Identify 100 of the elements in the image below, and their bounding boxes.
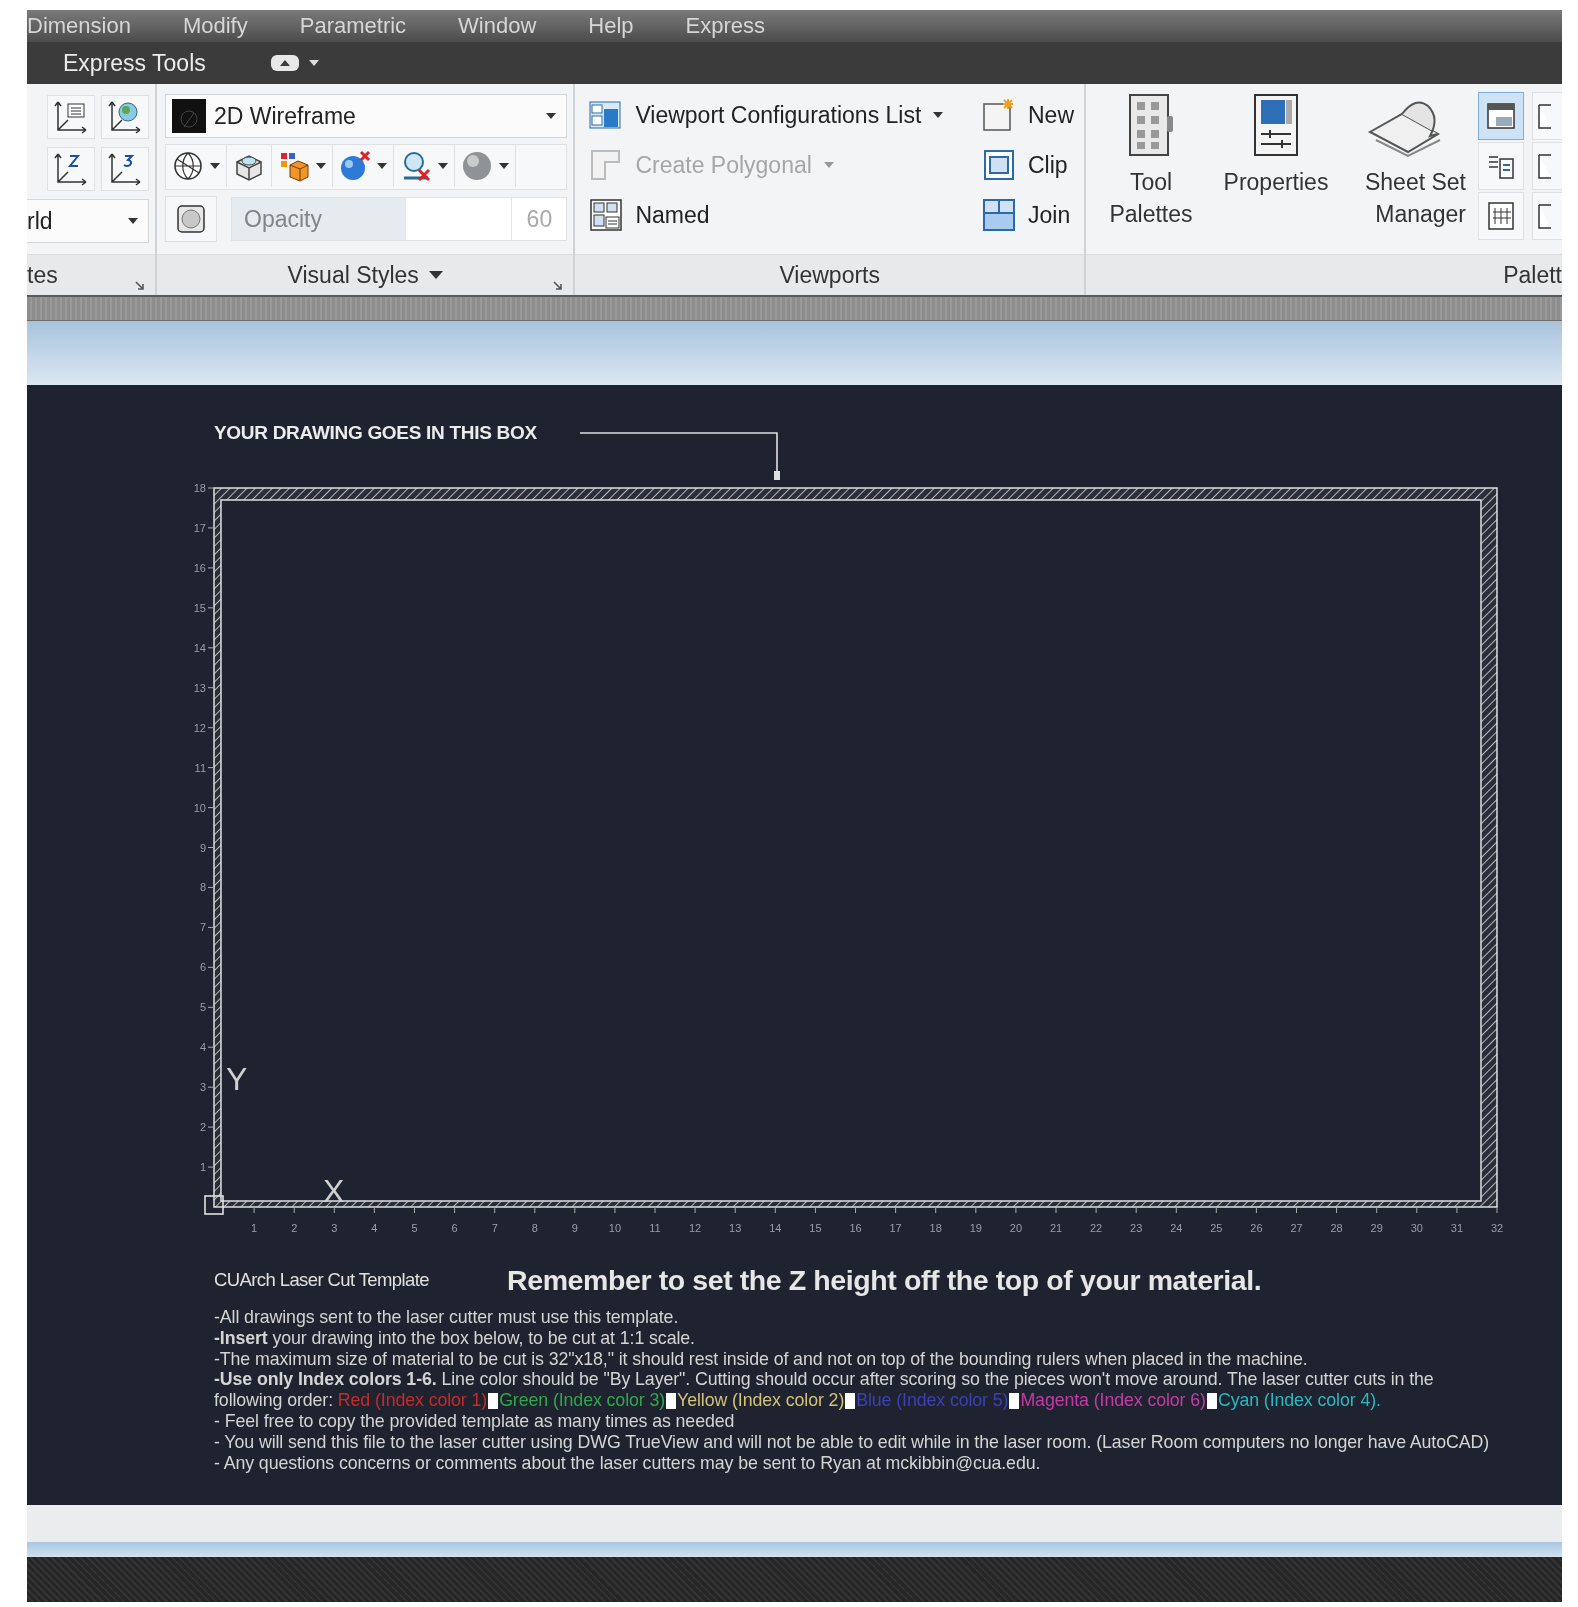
ucs-z-button[interactable] (47, 147, 95, 191)
xray-button[interactable] (165, 196, 217, 242)
ucs-origin-icon (204, 1195, 224, 1215)
ruler-label: 24 (1170, 1222, 1183, 1234)
wireframe-sphere-icon (172, 150, 204, 182)
ruler-label: 11 (194, 761, 206, 774)
toolbar-button[interactable] (1532, 92, 1562, 140)
ruler-label: 17 (889, 1222, 902, 1234)
properties-icon (1252, 92, 1300, 158)
ucs-dropdown[interactable]: rld (27, 199, 149, 243)
slider-fill: Opacity (232, 198, 406, 240)
caret-icon (428, 271, 443, 279)
new-viewport-icon (982, 98, 1016, 132)
ribbon-tab[interactable]: Express Tools (53, 43, 216, 83)
eject-icon (270, 55, 299, 71)
ruler-label: 12 (193, 721, 206, 734)
viewport-grid-icon (589, 100, 624, 130)
ruler-label: 2 (199, 1121, 206, 1134)
ruler-label: 3 (199, 1081, 206, 1094)
shaded-sphere-icon (461, 150, 493, 182)
ucs-3-button[interactable] (101, 147, 149, 191)
ruler-label: 16 (849, 1222, 862, 1234)
cube-outline-icon (174, 202, 208, 236)
ruler-label: 13 (729, 1222, 742, 1234)
ruler-label: 18 (929, 1222, 942, 1234)
ruler-label: 20 (1009, 1222, 1023, 1234)
ruler-label: 26 (1250, 1222, 1263, 1234)
ruler-label: 25 (1210, 1222, 1223, 1234)
shapes-icon (278, 150, 310, 182)
launcher-icon (553, 281, 564, 291)
menu-item[interactable]: Parametric (299, 13, 407, 39)
ucs-list-button[interactable] (47, 95, 95, 139)
menu-item[interactable]: Dimension (27, 13, 131, 39)
menu-item[interactable]: Help (588, 13, 634, 39)
drawing-heading: YOUR DRAWING GOES IN THIS BOX (214, 422, 537, 443)
axes-globe-icon (108, 100, 142, 134)
panel-title: Viewports (779, 261, 880, 289)
menu-item[interactable]: Modify (182, 13, 248, 39)
ruler-label: 31 (1450, 1222, 1464, 1234)
toolbar-button[interactable] (1532, 192, 1562, 240)
template-note: following order: Red (Index color 1) Green (Index color 3) Yellow (Index color 2) Blue (Index color 5) Magenta (Index color 6) Cyan (Index color 4). (214, 1390, 1382, 1411)
ruler-label: 23 (1130, 1222, 1143, 1234)
ruler-label: 4 (199, 1041, 206, 1054)
palette-icon (1127, 92, 1175, 158)
palette-tool[interactable]: Tool Palettes (1096, 92, 1206, 254)
named-viewports-icon (589, 198, 624, 232)
ruler-label: 7 (199, 921, 206, 934)
ruler-label: 17 (193, 521, 206, 534)
viewport-command[interactable]: Named (589, 190, 982, 240)
ruler-label: 28 (1330, 1222, 1343, 1234)
ruler-label: 30 (1410, 1222, 1423, 1234)
ruler-label: 21 (1049, 1222, 1063, 1234)
launcher-icon (135, 281, 145, 291)
ruler-label: 14 (193, 641, 206, 654)
ruler-label: 11 (649, 1222, 661, 1234)
style-swatch-icon (172, 99, 206, 133)
panel-toggle-button[interactable] (270, 55, 319, 71)
caret-icon (823, 162, 834, 168)
visual-style-dropdown[interactable]: 2D Wireframe (165, 94, 568, 138)
viewport-tool[interactable]: Join (982, 190, 1074, 240)
template-note: - Any questions concerns or comments about the laser cutters may be sent to Ryan at mckibbin@cua.edu. (214, 1452, 1042, 1474)
template-note: -The maximum size of material to be cut is 32"x18," it should rest inside of and not on top of the bounding rulers when placed in the machine. (214, 1348, 1309, 1370)
axes-z-icon (54, 152, 88, 186)
menu-item[interactable]: Express (685, 13, 766, 39)
ruler-label: 2 (291, 1222, 298, 1234)
caret-icon (128, 218, 138, 224)
ucs-globe-button[interactable] (101, 95, 149, 139)
caret-icon (308, 60, 319, 66)
panel-title: tes (27, 261, 58, 289)
palette-tool[interactable]: Properties (1214, 92, 1338, 254)
ruler-label: 10 (193, 801, 206, 814)
caret-icon (210, 163, 220, 169)
toolbar-button[interactable] (1532, 142, 1562, 190)
clip-viewport-icon (982, 148, 1016, 182)
axes-3-icon (108, 152, 142, 186)
palette-tool[interactable]: Sheet Set Manager (1346, 92, 1466, 254)
document-icon (1537, 101, 1551, 131)
ruler-label: 15 (809, 1222, 822, 1234)
ruler-label: 6 (451, 1222, 458, 1234)
ruler-label: 9 (571, 1222, 578, 1234)
palette-toggle-button[interactable] (1478, 92, 1524, 140)
window-icon (1486, 101, 1516, 131)
caret-icon (546, 113, 557, 119)
ruler-label: 13 (193, 681, 206, 694)
document-icon (1537, 151, 1551, 181)
viewport-tool[interactable]: New (982, 90, 1074, 140)
ruler-label: 1 (199, 1161, 206, 1174)
ruler-label: 1 (251, 1222, 258, 1234)
ruler-label: 8 (199, 881, 206, 894)
ruler-label: 10 (608, 1222, 622, 1234)
sphere-icon (339, 150, 371, 182)
viewport-command[interactable]: Viewport Configurations List (589, 90, 982, 140)
caret-icon (377, 163, 387, 169)
ruler-label: 5 (199, 1001, 206, 1014)
reminder-heading: Remember to set the Z height off the top of your material. (507, 1263, 1262, 1297)
document-icon (1537, 201, 1551, 231)
menu-item[interactable]: Window (458, 13, 537, 39)
grid-icon (1486, 201, 1516, 231)
template-note: -Insert your drawing into the box below, to be cut at 1:1 scale. (214, 1327, 696, 1349)
viewport-tool[interactable]: Clip (982, 140, 1074, 190)
